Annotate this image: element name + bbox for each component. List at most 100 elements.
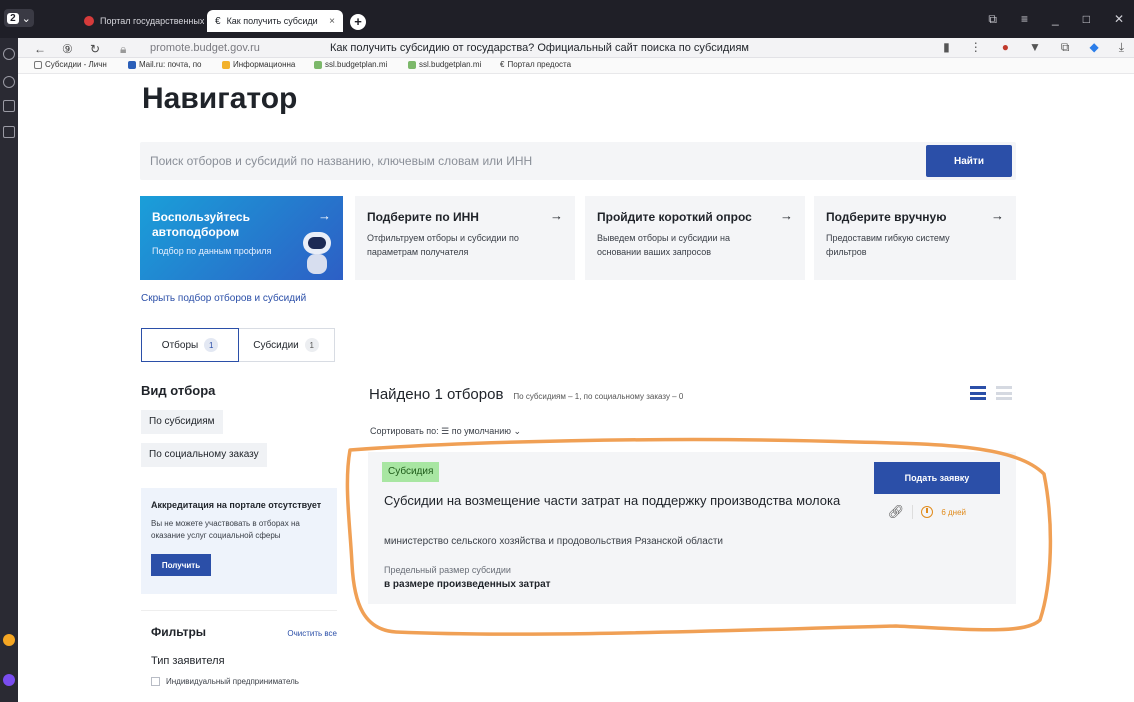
hide-selection-link[interactable]: Скрыть подбор отборов и субсидий [141,293,306,304]
bookmark-item[interactable]: € Портал предоста [500,60,571,69]
apply-button[interactable]: Подать заявку [874,462,1000,494]
promo-autoselect[interactable]: Воспользуйтесь автоподбором Подбор по да… [140,196,343,280]
clear-filters-link[interactable]: Очистить все [287,629,337,638]
results-breakdown: По субсидиям – 1, по социальному заказу … [513,392,684,401]
reload-icon[interactable]: ↻ [90,42,100,56]
close-tab-icon[interactable]: × [329,16,335,27]
card-organization: министерство сельского хозяйства и продо… [384,536,723,547]
info-icon [222,60,230,69]
limit-value: в размере произведенных затрат [384,579,551,590]
limit-label: Предельный размер субсидии [384,565,511,575]
budget-favicon-icon: € [215,15,221,27]
promo-survey[interactable]: Пройдите короткий опрос Выведем отборы и… [585,196,805,280]
bookmark-item[interactable]: ssl.budgetplan.mi [408,60,481,69]
bookmark-flag-icon[interactable]: ▮ [943,40,950,55]
browser-sidebar [0,38,18,702]
lock-icon: 🔒︎ [120,42,127,56]
filters-panel: Фильтры Очистить все Тип заявителя Индив… [141,610,337,702]
search-bar: Поиск отборов и субсидий по названию, кл… [140,142,1016,180]
count-badge: 1 [304,338,319,352]
list-view-icon[interactable] [970,386,986,400]
filter-pill-social-order[interactable]: По социальному заказу [141,443,267,467]
menu-icon[interactable]: ≡ [1021,12,1028,27]
more-icon[interactable]: ⋮ [970,40,982,55]
window-controls: ⧉ ≡ _ □ ✕ [988,12,1124,27]
robot-illustration [299,232,335,276]
results-count: Найдено 1 отборов [369,386,504,403]
sidebar-app-icon[interactable] [3,634,15,646]
tab-selections[interactable]: Отборы 1 [141,328,239,362]
portal-favicon-icon [84,16,94,26]
sort-dropdown[interactable]: Сортировать по: ☰ по умолчанию ⌄ [370,426,521,437]
bookmark-item[interactable]: Информационна [222,60,295,69]
page-icon [34,60,42,69]
grid-view-icon[interactable] [996,386,1012,400]
paperclip-icon[interactable]: 🔗︎ [888,504,905,520]
accreditation-notice: Аккредитация на портале отсутствует Вы н… [141,488,337,594]
maximize-icon[interactable]: □ [1083,12,1090,27]
tab-counter[interactable]: 2 ⌄ [4,9,34,27]
tab-current[interactable]: € Как получить субсиди × [207,10,343,32]
arrow-right-icon: → [991,208,1004,223]
days-left: 6 дней [941,507,966,517]
accreditation-title: Аккредитация на портале отсутствует [151,500,322,510]
sidebar-circle-icon[interactable] [3,76,15,88]
card-title[interactable]: Субсидии на возмещение части затрат на п… [384,492,854,510]
tab-subsidies[interactable]: Субсидии 1 [238,329,334,361]
site-icon [408,60,416,69]
arrow-right-icon: → [780,208,793,223]
promo-text: Предоставим гибкую систему фильтров [826,233,950,257]
new-tab-button[interactable]: + [350,14,366,30]
bookmark-item[interactable]: Субсидии - Личн [34,60,107,69]
mail-icon [128,60,136,69]
filter-checkbox[interactable]: Индивидуальный предприниматель [151,677,327,686]
promo-title: Подберите вручную [826,210,947,224]
download-icon[interactable]: ⤓ [1119,40,1124,55]
arrow-right-icon: → [318,208,331,223]
subsidy-tag: Субсидия [382,462,440,482]
promo-text: Отфильтруем отборы и субсидии по парамет… [367,233,519,257]
shield-icon[interactable]: ⑨ [62,42,73,56]
promo-inn[interactable]: Подберите по ИНН Отфильтруем отборы и су… [355,196,575,280]
sidebar-square-icon[interactable] [3,100,15,112]
search-input[interactable]: Поиск отборов и субсидий по названию, кл… [150,154,532,168]
tab-switcher: Отборы 1 Субсидии 1 [141,328,335,362]
accreditation-text: Вы не можете участвовать в отборах на ок… [151,519,300,540]
get-accreditation-button[interactable]: Получить [151,554,211,576]
checkbox-icon[interactable] [151,677,160,686]
selection-type-title: Вид отбора [141,383,216,398]
bookmark-item[interactable]: ssl.budgetplan.mi [314,60,387,69]
back-icon[interactable]: ← [34,42,46,56]
promo-title: Воспользуйтесь автоподбором [152,210,250,239]
sidebar-circle-icon[interactable] [3,48,15,60]
card-meta: 🔗︎ 6 дней [888,504,966,520]
page-title: Навигатор [142,82,298,115]
browser-tabbar: 2 ⌄ Портал государственных € Как получить… [0,0,1134,38]
bookmark-item[interactable]: Mail.ru: почта, по [128,60,201,69]
promo-title: Подберите по ИНН [367,210,479,224]
count-badge: 1 [204,338,219,352]
close-window-icon[interactable]: ✕ [1114,12,1124,27]
search-button[interactable]: Найти [926,145,1012,177]
extension-icon[interactable]: ▼ [1029,40,1041,55]
bookmark-icon[interactable]: ⧉ [988,12,997,27]
reader-icon[interactable]: ⧉ [1061,40,1070,55]
site-icon [314,60,322,69]
promo-manual[interactable]: Подберите вручную Предоставим гибкую сис… [814,196,1016,280]
promo-text: Выведем отборы и субсидии на основании в… [597,233,730,257]
tab-portal[interactable]: Портал государственных [76,10,204,32]
extension-icon[interactable]: ● [1002,40,1009,55]
extension-icon[interactable]: ◆ [1089,40,1098,55]
address-actions: ▮ ⋮ ● ▼ ⧉ ◆ ⤓ [943,40,1124,55]
minimize-icon[interactable]: _ [1052,12,1059,27]
budget-favicon-icon: € [500,60,505,69]
results-header: Найдено 1 отборов По субсидиям – 1, по с… [369,386,683,403]
filter-pill-subsidies[interactable]: По субсидиям [141,410,223,434]
url-field[interactable]: promote.budget.gov.ru [150,42,260,54]
clock-icon [921,506,934,518]
arrow-right-icon: → [550,208,563,223]
sidebar-square-icon[interactable] [3,126,15,138]
result-card[interactable]: Субсидия Субсидии на возмещение части за… [368,452,1016,604]
sidebar-app-icon[interactable] [3,674,15,686]
promo-title: Пройдите короткий опрос [597,210,752,224]
